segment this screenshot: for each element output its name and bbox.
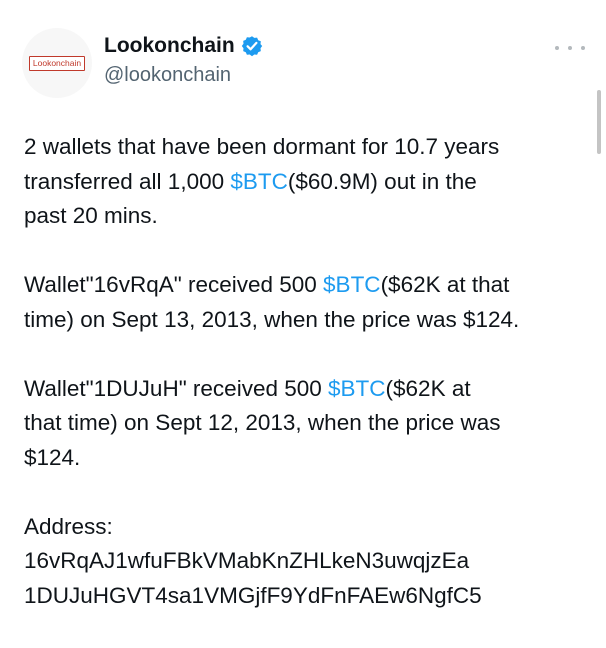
cashtag-link[interactable]: $BTC: [323, 272, 381, 297]
more-dot: [555, 46, 559, 50]
avatar[interactable]: Lookonchain: [22, 28, 92, 98]
text-line: time) on Sept 13, 2013, when the price w…: [24, 306, 520, 332]
text-line: 2 wallets that have been dormant for 10.…: [24, 134, 500, 159]
tweet-paragraph-1: 2 wallets that have been dormant for 10.…: [24, 130, 594, 234]
author-name-row: Lookonchain: [104, 33, 263, 59]
more-dot: [568, 46, 572, 50]
tweet-paragraph-3: Wallet"1DUJuH" received 500 $BTC($62K at…: [24, 372, 594, 476]
tweet-body: 2 wallets that have been dormant for 10.…: [24, 130, 594, 648]
author-display-name[interactable]: Lookonchain: [104, 33, 235, 59]
wallet-address: 16vRqAJ1wfuFBkVMabKnZHLkeN3uwqjzEa: [24, 548, 470, 573]
text-segment: ($62K at: [385, 375, 471, 401]
text-line: that time) on Sept 12, 2013, when the pr…: [24, 410, 501, 435]
tweet-paragraph-2: Wallet"16vRqA" received 500 $BTC($62K at…: [24, 268, 594, 337]
more-options-icon[interactable]: [555, 38, 585, 58]
text-line: past 20 mins.: [24, 203, 158, 228]
text-line: $124.: [24, 444, 81, 470]
tweet: Lookonchain Lookonchain @lookonchain 2 w…: [0, 0, 606, 640]
cashtag-link[interactable]: $BTC: [328, 376, 386, 401]
text-line: Wallet"16vRqA" received 500 $BTC($62K at…: [24, 268, 594, 303]
text-segment: ($62K at that: [380, 272, 510, 297]
cashtag-link[interactable]: $BTC: [230, 169, 288, 194]
text-segment: Wallet"1DUJuH" received 500: [24, 375, 329, 401]
scrollbar[interactable]: [597, 90, 601, 154]
text-segment: Wallet"16vRqA" received 500: [24, 272, 324, 297]
text-segment: ($60.9M) out in the: [287, 168, 477, 194]
author-handle[interactable]: @lookonchain: [104, 62, 231, 88]
verified-badge-icon: [241, 36, 262, 57]
address-label: Address:: [24, 513, 113, 539]
text-line: Wallet"1DUJuH" received 500 $BTC($62K at: [24, 372, 594, 407]
text-line: transferred all 1,000 $BTC($60.9M) out i…: [24, 165, 594, 200]
wallet-address: 1DUJuHGVT4sa1VMGjfF9YdFnFAEw6NgfC5: [24, 582, 482, 608]
more-dot: [581, 46, 585, 50]
avatar-logo-text: Lookonchain: [28, 55, 86, 71]
text-segment: transferred all 1,000: [24, 168, 231, 194]
tweet-paragraph-4: Address: 16vRqAJ1wfuFBkVMabKnZHLkeN3uwqj…: [24, 510, 594, 614]
